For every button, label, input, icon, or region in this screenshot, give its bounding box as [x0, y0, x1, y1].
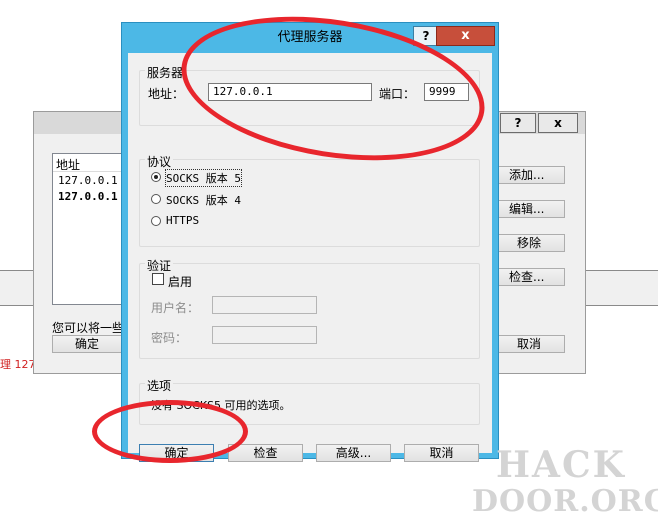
watermark-line2: DOOR.ORG: [472, 484, 658, 519]
edit-button[interactable]: 编辑...: [495, 200, 565, 218]
close-button[interactable]: x: [436, 26, 495, 46]
radio-label: HTTPS: [166, 214, 200, 227]
radio-label: SOCKS 版本 4: [166, 194, 241, 207]
watermark-line1: HACK: [496, 444, 626, 486]
password-input[interactable]: [212, 326, 317, 344]
back-cancel-button[interactable]: 取消: [495, 335, 565, 353]
address-label: 地址：: [148, 87, 185, 101]
add-button[interactable]: 添加...: [495, 166, 565, 184]
enable-auth-label: 启用: [168, 275, 193, 289]
username-input[interactable]: [212, 296, 317, 314]
list-item[interactable]: 127.0.0.1: [58, 190, 118, 203]
list-item[interactable]: 127.0.0.1: [58, 174, 118, 187]
back-close-button[interactable]: x: [538, 113, 578, 133]
server-group-label: 服务器: [145, 64, 186, 81]
cancel-button[interactable]: 取消: [404, 444, 479, 462]
radio-label: SOCKS 版本 5: [165, 169, 242, 187]
advanced-button[interactable]: 高级...: [316, 444, 391, 462]
check-proxy-button[interactable]: 检查: [228, 444, 303, 462]
radio-unselected-icon[interactable]: [151, 216, 161, 226]
auth-group-label: 验证: [145, 257, 174, 274]
password-label: 密码：: [151, 331, 188, 345]
enable-auth-checkbox[interactable]: [152, 273, 164, 285]
protocol-group-label: 协议: [145, 153, 174, 170]
list-header-divider: [53, 171, 123, 172]
note-text: 您可以将一些: [52, 321, 125, 335]
back-help-button[interactable]: ?: [500, 113, 536, 133]
remove-button[interactable]: 移除: [495, 234, 565, 252]
radio-unselected-icon[interactable]: [151, 194, 161, 204]
options-group-label: 选项: [145, 377, 174, 394]
radio-selected-icon[interactable]: [151, 172, 161, 182]
background-red-text: 理 127: [0, 358, 36, 371]
username-label: 用户名：: [151, 301, 200, 315]
annotation-ellipse-ok: [92, 400, 248, 463]
address-list[interactable]: 地址 127.0.0.1 127.0.0.1: [52, 153, 124, 305]
check-button[interactable]: 检查...: [495, 268, 565, 286]
back-ok-button[interactable]: 确定: [52, 335, 122, 353]
